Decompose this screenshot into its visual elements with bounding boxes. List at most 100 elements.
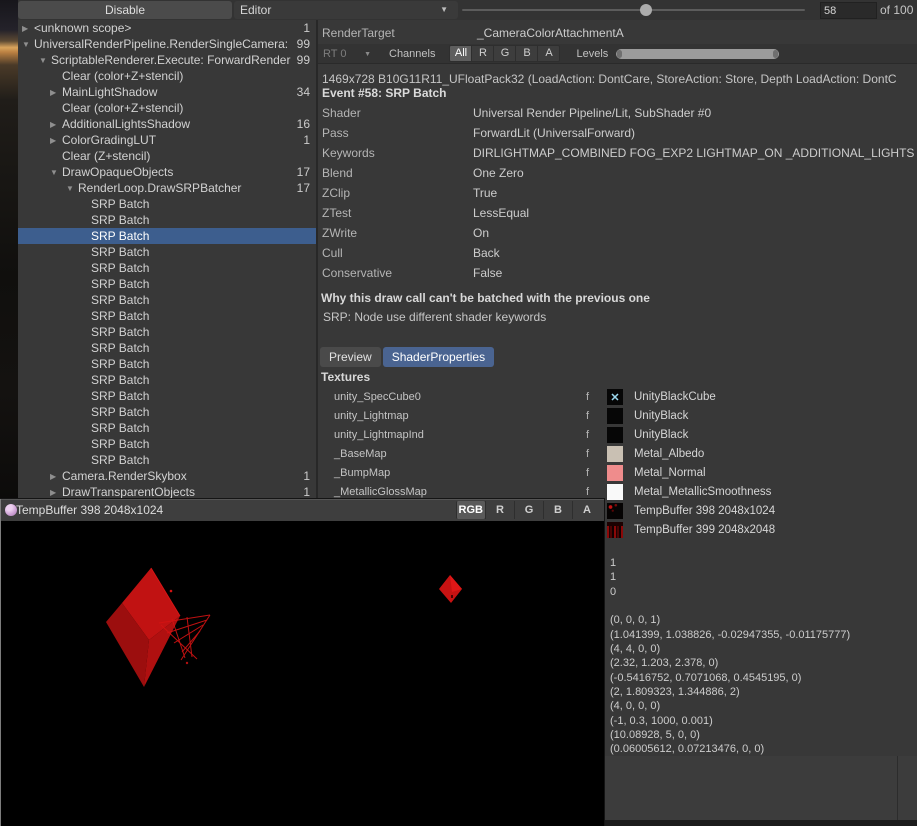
tree-row[interactable]: SRP Batch <box>18 372 316 388</box>
detail-tab[interactable]: Preview <box>320 347 381 367</box>
disclosure-triangle-icon[interactable]: ▶ <box>22 24 34 33</box>
tree-row[interactable]: ▶ MainLightShadow 34 <box>18 84 316 100</box>
tree-row[interactable]: ▼ RenderLoop.DrawSRPBatcher 17 <box>18 180 316 196</box>
tree-row[interactable]: SRP Batch <box>18 324 316 340</box>
texture-property-name: unity_SpecCube0 <box>334 391 421 403</box>
tree-row[interactable]: ▼ DrawOpaqueObjects 17 <box>18 164 316 180</box>
disclosure-triangle-icon[interactable]: ▶ <box>50 472 62 481</box>
channel-button[interactable]: G <box>493 46 515 61</box>
target-select-dropdown[interactable]: Editor ▼ <box>234 1 458 19</box>
tree-row[interactable]: SRP Batch <box>18 228 316 244</box>
tree-row[interactable]: SRP Batch <box>18 356 316 372</box>
tree-row[interactable]: SRP Batch <box>18 388 316 404</box>
tree-row[interactable]: SRP Batch <box>18 196 316 212</box>
tree-row-label: ColorGradingLUT <box>62 133 156 147</box>
texture-row[interactable]: unity_SpecCube0 f ✕ UnityBlackCube <box>318 388 917 407</box>
texture-flag: f <box>586 486 589 498</box>
tree-row[interactable]: SRP Batch <box>18 260 316 276</box>
tree-row[interactable]: SRP Batch <box>18 244 316 260</box>
tree-row[interactable]: ▼ ScriptableRenderer.Execute: ForwardRen… <box>18 52 316 68</box>
channel-button[interactable]: A <box>537 46 559 61</box>
tree-row[interactable]: ▼ UniversalRenderPipeline.RenderSingleCa… <box>18 36 316 52</box>
rt-index-dropdown[interactable]: RT 0 ▼ <box>323 48 371 60</box>
texture-thumbnail[interactable] <box>607 484 623 500</box>
preview-channel-button[interactable]: B <box>543 501 572 519</box>
levels-max-handle[interactable] <box>773 50 778 58</box>
texture-row[interactable]: unity_LightmapInd f UnityBlack <box>318 426 917 445</box>
preview-render-area[interactable] <box>1 521 604 826</box>
tree-row[interactable]: ▶ DrawTransparentObjects 1 <box>18 484 316 500</box>
frame-slider-track[interactable] <box>462 9 805 11</box>
detail-label: ZWrite <box>322 226 357 240</box>
levels-min-handle[interactable] <box>617 50 622 58</box>
tree-row[interactable]: Clear (Z+stencil) <box>18 148 316 164</box>
texture-name: Metal_Normal <box>634 467 706 479</box>
tree-row-label: Clear (Z+stencil) <box>62 149 150 163</box>
texture-thumbnail[interactable] <box>607 465 623 481</box>
tree-row[interactable]: SRP Batch <box>18 404 316 420</box>
tree-row-label: SRP Batch <box>91 229 149 243</box>
channel-button[interactable]: B <box>515 46 537 61</box>
tree-row[interactable]: SRP Batch <box>18 212 316 228</box>
detail-tab[interactable]: ShaderProperties <box>383 347 494 367</box>
depth-buffer-render <box>1 521 604 826</box>
tree-row-label: SRP Batch <box>91 405 149 419</box>
detail-value: Back <box>473 246 500 260</box>
preview-channel-button[interactable]: R <box>485 501 514 519</box>
preview-channel-button[interactable]: G <box>514 501 543 519</box>
disclosure-triangle-icon[interactable]: ▶ <box>50 136 62 145</box>
tree-row[interactable]: ▶ <unknown scope> 1 <box>18 20 316 36</box>
texture-row[interactable]: _BaseMap f Metal_Albedo <box>318 445 917 464</box>
disclosure-triangle-icon[interactable]: ▼ <box>39 56 51 65</box>
tree-row-label: SRP Batch <box>91 245 149 259</box>
disable-button[interactable]: Disable <box>18 1 232 19</box>
levels-range-slider[interactable] <box>616 49 779 59</box>
float-value <box>610 599 917 613</box>
texture-thumbnail[interactable]: ✕ <box>607 389 623 405</box>
tree-row[interactable]: Clear (color+Z+stencil) <box>18 68 316 84</box>
tree-row[interactable]: SRP Batch <box>18 292 316 308</box>
tree-row[interactable]: SRP Batch <box>18 308 316 324</box>
tree-row-label: <unknown scope> <box>34 21 131 35</box>
preview-titlebar[interactable]: TempBuffer 398 2048x1024 RGB R G B A <box>1 499 604 521</box>
channel-button[interactable]: R <box>471 46 493 61</box>
disclosure-triangle-icon[interactable]: ▼ <box>22 40 34 49</box>
tree-row[interactable]: SRP Batch <box>18 340 316 356</box>
tree-row-label: SRP Batch <box>91 325 149 339</box>
disclosure-triangle-icon[interactable]: ▶ <box>50 120 62 129</box>
tree-row-label: SRP Batch <box>91 421 149 435</box>
float-value: 0 <box>610 585 917 599</box>
texture-thumbnail[interactable] <box>607 427 623 443</box>
preview-channel-button[interactable]: RGB <box>456 501 485 519</box>
tree-row[interactable]: ▶ AdditionalLightsShadow 16 <box>18 116 316 132</box>
tree-row[interactable]: ▶ Camera.RenderSkybox 1 <box>18 468 316 484</box>
tree-row-label: SRP Batch <box>91 309 149 323</box>
texture-thumbnail[interactable] <box>607 446 623 462</box>
preview-channel-button[interactable]: A <box>572 501 601 519</box>
texture-thumbnail[interactable] <box>607 522 623 538</box>
disclosure-triangle-icon[interactable]: ▶ <box>50 88 62 97</box>
tree-row[interactable]: SRP Batch <box>18 276 316 292</box>
disclosure-triangle-icon[interactable]: ▼ <box>66 184 78 193</box>
frame-debugger-toolbar: Disable Editor ▼ of 100 <box>18 0 917 21</box>
tree-row[interactable]: SRP Batch <box>18 420 316 436</box>
tree-row-label: SRP Batch <box>91 357 149 371</box>
texture-thumbnail[interactable] <box>607 503 623 519</box>
detail-row: Conservative False <box>318 263 917 283</box>
tree-row[interactable]: Clear (color+Z+stencil) <box>18 100 316 116</box>
disclosure-triangle-icon[interactable]: ▶ <box>50 488 62 497</box>
frame-number-input[interactable] <box>820 2 877 19</box>
disclosure-triangle-icon[interactable]: ▼ <box>50 168 62 177</box>
frame-slider-handle[interactable] <box>640 4 652 16</box>
tree-row[interactable]: ▶ ColorGradingLUT 1 <box>18 132 316 148</box>
channel-button[interactable]: All <box>450 46 471 61</box>
texture-row[interactable]: unity_Lightmap f UnityBlack <box>318 407 917 426</box>
footer-bottom-strip <box>603 820 917 826</box>
float-value: 1 <box>610 556 917 570</box>
float-value: (-1, 0.3, 1000, 0.001) <box>610 714 917 728</box>
texture-thumbnail[interactable] <box>607 408 623 424</box>
render-target-toolbar: RT 0 ▼ Channels All R G B A Levels <box>318 44 917 64</box>
tree-row[interactable]: SRP Batch <box>18 452 316 468</box>
texture-row[interactable]: _BumpMap f Metal_Normal <box>318 464 917 483</box>
tree-row[interactable]: SRP Batch <box>18 436 316 452</box>
